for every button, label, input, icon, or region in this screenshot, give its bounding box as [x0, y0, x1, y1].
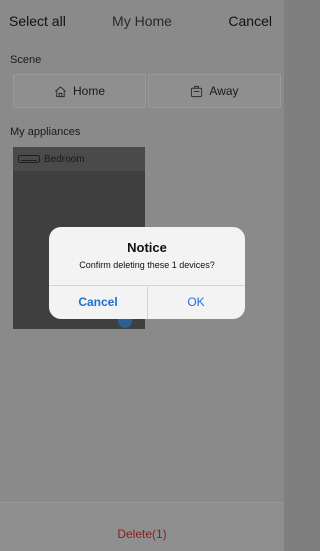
scene-away-label: Away — [209, 84, 239, 98]
dialog-message: Confirm deleting these 1 devices? — [79, 260, 215, 270]
device-icon — [18, 155, 40, 163]
home-icon — [55, 85, 66, 97]
dialog-title: Notice — [127, 240, 167, 255]
scene-home-button[interactable]: Home — [13, 74, 146, 108]
luggage-icon — [191, 85, 203, 97]
appliance-name: Bedroom — [44, 153, 85, 165]
bottom-bar: Delete(1) — [0, 502, 284, 551]
appliances-section-label: My appliances — [10, 126, 81, 138]
dialog-ok-button[interactable]: OK — [147, 285, 245, 319]
nav-bar: Select all My Home Cancel — [0, 0, 284, 42]
scene-away-button[interactable]: Away — [148, 74, 281, 108]
delete-button[interactable]: Delete(1) — [0, 527, 284, 541]
dialog-cancel-button[interactable]: Cancel — [49, 285, 147, 319]
screen: Select all My Home Cancel Scene Home Awa… — [0, 0, 284, 551]
select-all-button[interactable]: Select all — [9, 13, 66, 29]
notice-dialog: Notice Confirm deleting these 1 devices?… — [49, 227, 245, 319]
cancel-button[interactable]: Cancel — [228, 13, 272, 29]
scene-section-label: Scene — [10, 54, 42, 66]
appliance-card-header: Bedroom — [13, 147, 145, 171]
scene-home-label: Home — [72, 84, 105, 98]
